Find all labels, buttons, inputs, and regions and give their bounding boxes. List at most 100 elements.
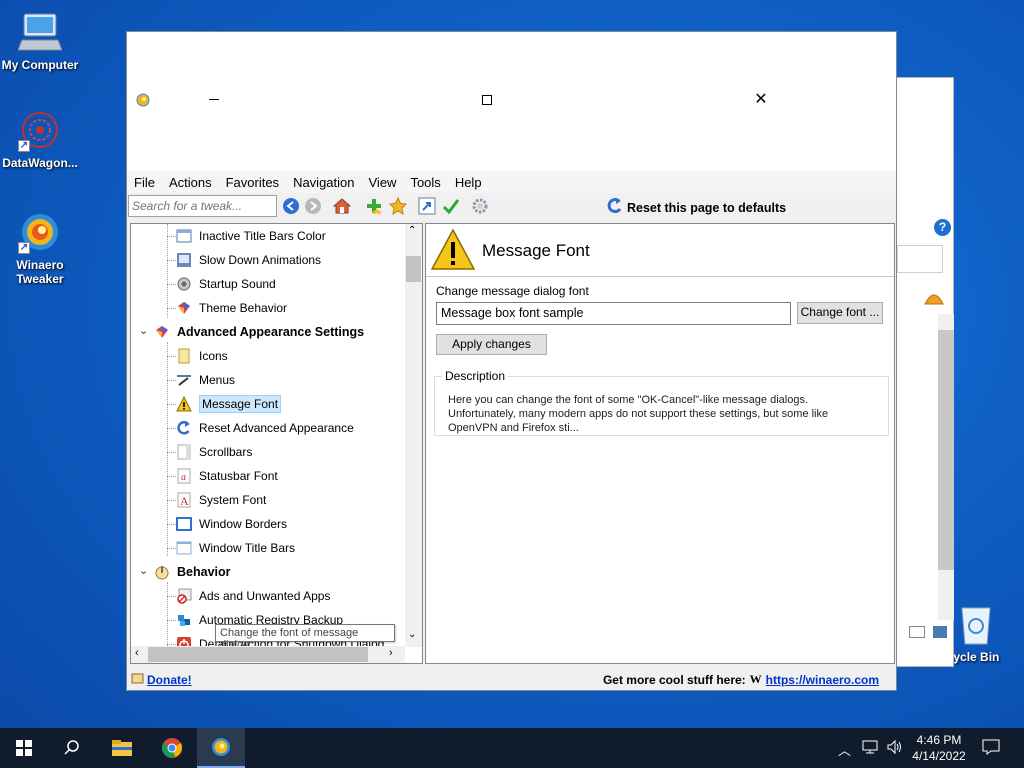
file-explorer-button[interactable] bbox=[98, 728, 146, 768]
tree-item-reset-advanced-appearance[interactable]: Reset Advanced Appearance bbox=[167, 416, 354, 440]
add-favorite-icon[interactable] bbox=[364, 196, 384, 216]
scroll-left-icon[interactable]: ‹ bbox=[135, 647, 139, 659]
background-window[interactable]: ? bbox=[896, 77, 954, 667]
tree-item-ads-and-unwanted-apps[interactable]: Ads and Unwanted Apps bbox=[167, 584, 331, 608]
minimize-button[interactable] bbox=[197, 88, 231, 112]
scrollbar[interactable] bbox=[938, 314, 954, 620]
apply-changes-button[interactable]: Apply changes bbox=[436, 334, 547, 355]
address-field[interactable] bbox=[897, 245, 943, 273]
chrome-icon bbox=[161, 738, 183, 758]
help-icon[interactable]: ? bbox=[934, 219, 951, 236]
tree-category-behavior[interactable]: Behavior bbox=[153, 560, 231, 584]
network-icon[interactable] bbox=[862, 739, 880, 758]
shortcut-arrow-icon: ↗ bbox=[18, 242, 30, 254]
reset-label: Reset this page to defaults bbox=[627, 200, 787, 215]
desktop-icon-winaero-tweaker[interactable]: ↗ Winaero Tweaker bbox=[0, 210, 80, 286]
tree-connector bbox=[167, 380, 176, 381]
palette-icon bbox=[153, 323, 171, 341]
divider bbox=[426, 276, 894, 277]
volume-icon[interactable] bbox=[886, 739, 904, 758]
tree-item-window-borders[interactable]: Window Borders bbox=[167, 512, 288, 536]
tree-item-label: Ads and Unwanted Apps bbox=[199, 589, 331, 603]
reset-page-button[interactable]: Reset this page to defaults bbox=[607, 197, 786, 218]
view-details-icon[interactable] bbox=[909, 626, 925, 638]
notifications-icon[interactable] bbox=[982, 739, 1000, 758]
menu-favorites[interactable]: Favorites bbox=[226, 175, 287, 190]
menu-tools[interactable]: Tools bbox=[410, 175, 448, 190]
checkmark-icon[interactable] bbox=[441, 196, 461, 216]
scroll-right-icon[interactable]: › bbox=[389, 647, 393, 659]
tree-item-label: Statusbar Font bbox=[199, 469, 278, 483]
winaero-taskbar-button[interactable] bbox=[197, 728, 245, 768]
winaero-tweaker-window[interactable]: ✕ File Actions Favorites Navigation View… bbox=[126, 31, 897, 691]
tree-item-scrollbars[interactable]: Scrollbars bbox=[167, 440, 252, 464]
close-button[interactable]: ✕ bbox=[744, 88, 778, 112]
home-icon[interactable] bbox=[332, 196, 352, 216]
tree-item-label: Window Title Bars bbox=[199, 541, 296, 555]
search-button[interactable] bbox=[48, 728, 96, 768]
tree-item-label: Theme Behavior bbox=[199, 301, 288, 315]
change-font-button[interactable]: Change font ... bbox=[797, 302, 883, 324]
tree-connector bbox=[167, 524, 176, 525]
scrollbar-icon bbox=[175, 443, 193, 461]
tree-item-menus[interactable]: Menus bbox=[167, 368, 235, 392]
menu-view[interactable]: View bbox=[369, 175, 405, 190]
desktop-icon-datawagon[interactable]: ↗ DataWagon... bbox=[0, 108, 80, 170]
shortcut-icon[interactable] bbox=[417, 196, 437, 216]
tree-item-system-font[interactable]: A System Font bbox=[167, 488, 266, 512]
tree-item-startup-sound[interactable]: Startup Sound bbox=[167, 272, 276, 296]
tree-item-statusbar-font[interactable]: a Statusbar Font bbox=[167, 464, 278, 488]
registry-icon bbox=[175, 611, 193, 629]
collapse-behavior-icon[interactable]: ⌄ bbox=[139, 564, 151, 577]
font-sample-field[interactable]: Message box font sample bbox=[436, 302, 791, 325]
menu-actions[interactable]: Actions bbox=[169, 175, 220, 190]
back-icon[interactable] bbox=[281, 196, 301, 216]
scroll-thumb[interactable] bbox=[406, 256, 421, 282]
chrome-button[interactable] bbox=[148, 728, 196, 768]
font-a-icon: A bbox=[175, 491, 193, 509]
start-button[interactable] bbox=[0, 728, 48, 768]
favorites-star-icon[interactable] bbox=[388, 196, 408, 216]
maximize-button[interactable] bbox=[469, 88, 503, 112]
tree-item-icons[interactable]: Icons bbox=[167, 344, 228, 368]
tree-vertical-scrollbar[interactable]: ⌃ ⌄ bbox=[405, 224, 422, 647]
warning-icon bbox=[430, 228, 476, 275]
tweak-tree[interactable]: Inactive Title Bars Color Slow Down Anima… bbox=[130, 223, 423, 664]
menu-help[interactable]: Help bbox=[455, 175, 490, 190]
tree-item-theme-behavior[interactable]: Theme Behavior bbox=[167, 296, 288, 320]
shell-icon[interactable] bbox=[923, 286, 945, 306]
page-title: Message Font bbox=[482, 241, 590, 260]
desktop-icon-my-computer[interactable]: My Computer bbox=[0, 10, 80, 72]
reset-icon bbox=[607, 197, 623, 218]
tree-item-window-title-bars[interactable]: Window Title Bars bbox=[167, 536, 296, 560]
tree-connector bbox=[167, 500, 176, 501]
tree-category-advanced-appearance-settings[interactable]: Advanced Appearance Settings bbox=[153, 320, 364, 344]
settings-gear-icon[interactable] bbox=[470, 196, 490, 216]
tree-item-label: Window Borders bbox=[199, 517, 288, 531]
search-input[interactable] bbox=[128, 195, 277, 217]
scroll-down-icon[interactable]: ⌄ bbox=[408, 629, 416, 640]
view-tiles-icon[interactable] bbox=[933, 626, 947, 638]
status-bar: Donate! Get more cool stuff here: W http… bbox=[127, 669, 896, 690]
menu-file[interactable]: File bbox=[134, 175, 163, 190]
forward-icon[interactable] bbox=[303, 196, 323, 216]
winaero-logo-icon: W bbox=[749, 672, 762, 686]
tree-horizontal-scrollbar[interactable]: ‹ › bbox=[131, 646, 405, 663]
tree-item-message-font[interactable]: Message Font bbox=[167, 392, 282, 416]
menu-icon bbox=[175, 371, 193, 389]
tree-item-slow-down-animations[interactable]: Slow Down Animations bbox=[167, 248, 321, 272]
tree-connector bbox=[167, 620, 176, 621]
menu-navigation[interactable]: Navigation bbox=[293, 175, 362, 190]
title-bar[interactable]: ✕ bbox=[127, 32, 896, 171]
clock[interactable]: 4:46 PM 4/14/2022 bbox=[910, 732, 968, 764]
donate-area: Donate! bbox=[131, 672, 192, 688]
scroll-up-icon[interactable]: ⌃ bbox=[408, 225, 416, 236]
tree-item-inactive-title-bars-color[interactable]: Inactive Title Bars Color bbox=[167, 224, 326, 248]
donate-link[interactable]: Donate! bbox=[147, 673, 192, 687]
scroll-thumb[interactable] bbox=[148, 647, 368, 662]
show-hidden-icons-chevron-icon[interactable]: ︿ bbox=[838, 740, 851, 759]
collapse-advanced-appearance-icon[interactable]: ⌄ bbox=[139, 324, 151, 337]
window-border-icon bbox=[175, 515, 193, 533]
website-link[interactable]: https://winaero.com bbox=[766, 673, 879, 687]
more-label: Get more cool stuff here: bbox=[602, 672, 746, 687]
